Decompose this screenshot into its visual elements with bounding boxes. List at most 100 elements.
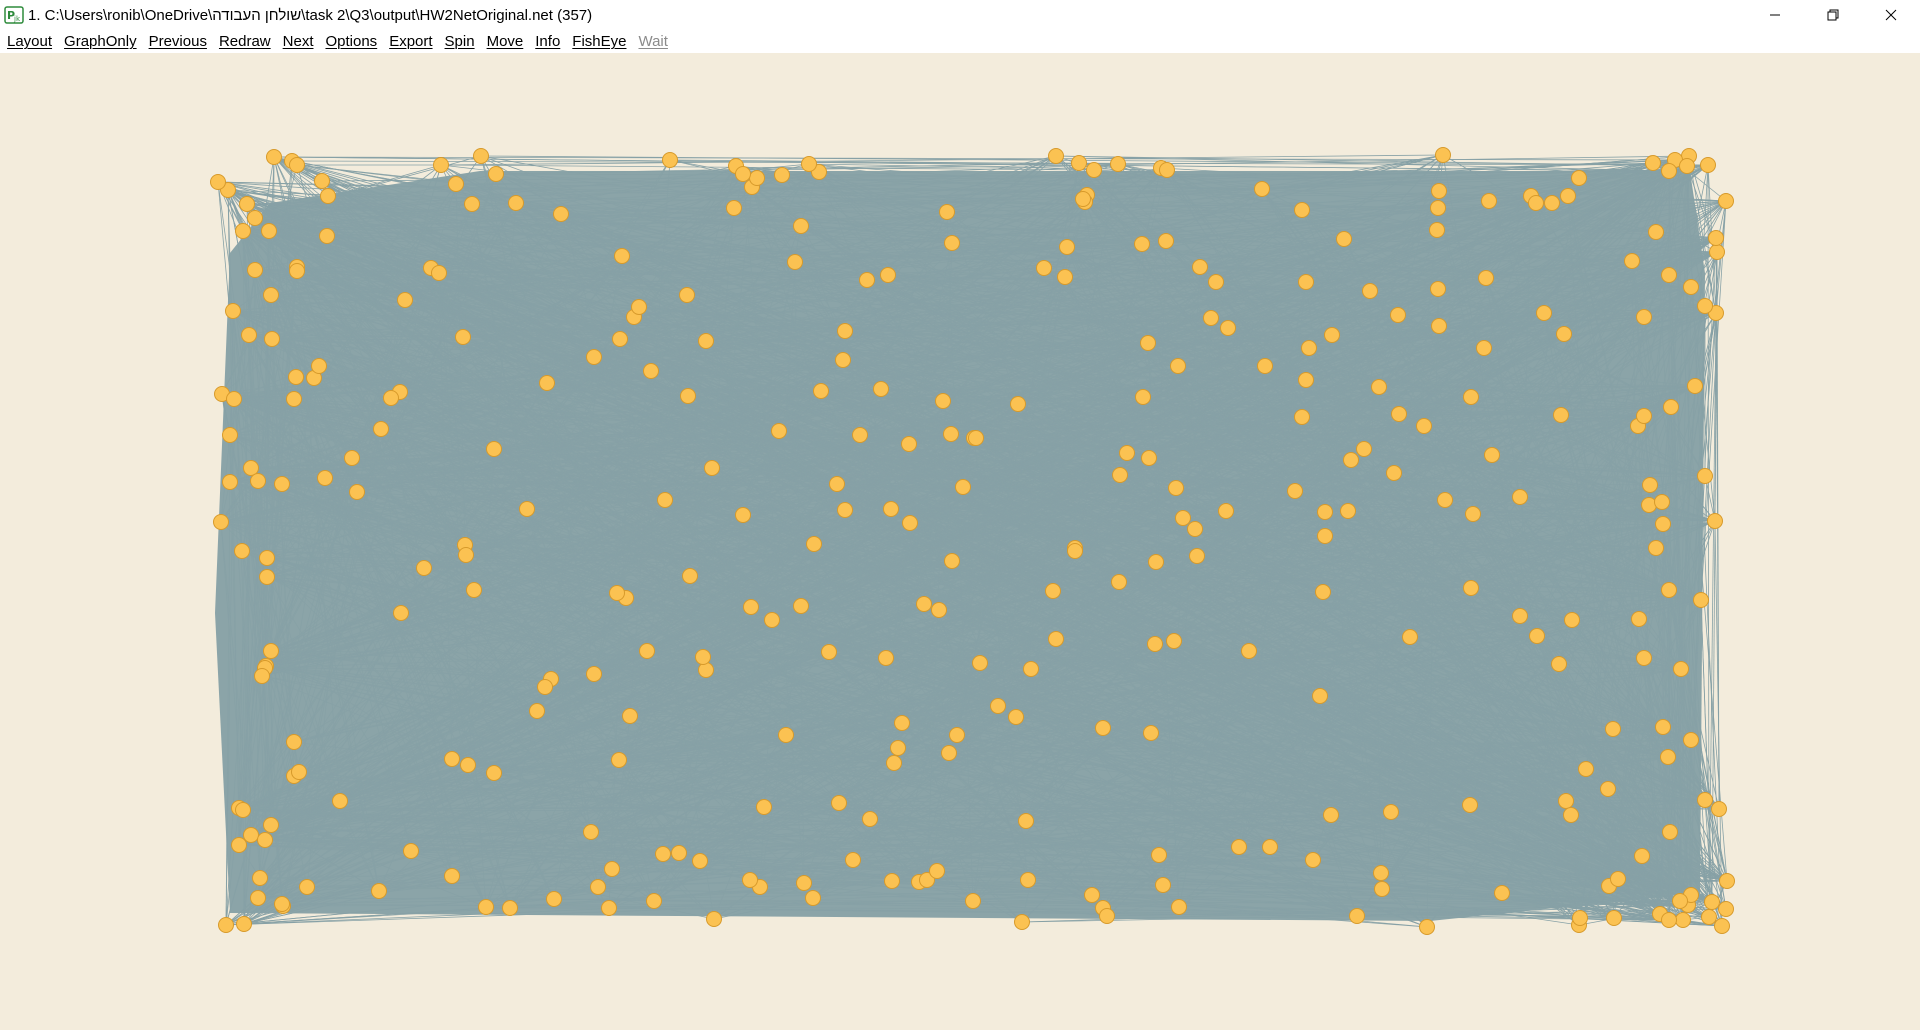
graph-node[interactable] [254, 668, 270, 684]
graph-node[interactable] [1636, 650, 1652, 666]
graph-node[interactable] [695, 649, 711, 665]
graph-node[interactable] [655, 846, 671, 862]
graph-node[interactable] [639, 643, 655, 659]
graph-node[interactable] [291, 764, 307, 780]
graph-node[interactable] [743, 599, 759, 615]
graph-node[interactable] [1661, 163, 1677, 179]
graph-node[interactable] [1719, 873, 1735, 889]
graph-node[interactable] [787, 254, 803, 270]
graph-node[interactable] [1134, 236, 1150, 252]
graph-node[interactable] [1356, 441, 1372, 457]
graph-node[interactable] [261, 223, 277, 239]
graph-node[interactable] [1654, 494, 1670, 510]
graph-node[interactable] [1135, 389, 1151, 405]
graph-node[interactable] [397, 292, 413, 308]
graph-node[interactable] [1551, 656, 1567, 672]
graph-node[interactable] [1071, 155, 1087, 171]
graph-node[interactable] [742, 872, 758, 888]
graph-node[interactable] [756, 799, 772, 815]
graph-node[interactable] [1175, 510, 1191, 526]
graph-node[interactable] [286, 734, 302, 750]
menu-info[interactable]: Info [535, 33, 560, 50]
graph-node[interactable] [1662, 824, 1678, 840]
graph-node[interactable] [1036, 260, 1052, 276]
graph-node[interactable] [884, 873, 900, 889]
graph-node[interactable] [1683, 279, 1699, 295]
graph-node[interactable] [880, 267, 896, 283]
graph-node[interactable] [586, 349, 602, 365]
graph-node[interactable] [1254, 181, 1270, 197]
graph-node[interactable] [1220, 320, 1236, 336]
graph-node[interactable] [1529, 628, 1545, 644]
graph-node[interactable] [1020, 872, 1036, 888]
graph-node[interactable] [1605, 721, 1621, 737]
menu-options[interactable]: Options [325, 33, 377, 50]
graph-node[interactable] [609, 585, 625, 601]
graph-node[interactable] [1294, 409, 1310, 425]
graph-node[interactable] [1675, 912, 1691, 928]
graph-node[interactable] [1465, 506, 1481, 522]
graph-node[interactable] [393, 605, 409, 621]
graph-node[interactable] [1462, 797, 1478, 813]
graph-node[interactable] [210, 174, 226, 190]
graph-node[interactable] [263, 643, 279, 659]
graph-node[interactable] [590, 879, 606, 895]
graph-node[interactable] [1390, 307, 1406, 323]
graph-node[interactable] [1170, 358, 1186, 374]
graph-node[interactable] [622, 708, 638, 724]
graph-node[interactable] [821, 644, 837, 660]
graph-node[interactable] [793, 598, 809, 614]
graph-node[interactable] [837, 323, 853, 339]
graph-node[interactable] [539, 375, 555, 391]
graph-node[interactable] [764, 612, 780, 628]
graph-node[interactable] [1624, 253, 1640, 269]
graph-node[interactable] [473, 148, 489, 164]
graph-node[interactable] [859, 272, 875, 288]
graph-node[interactable] [1512, 489, 1528, 505]
graph-node[interactable] [250, 473, 266, 489]
graph-node[interactable] [1610, 871, 1626, 887]
graph-node[interactable] [508, 195, 524, 211]
graph-node[interactable] [1208, 274, 1224, 290]
menu-graphonly[interactable]: GraphOnly [64, 33, 137, 50]
graph-node[interactable] [1301, 340, 1317, 356]
graph-node[interactable] [1484, 447, 1500, 463]
graph-node[interactable] [1481, 193, 1497, 209]
graph-node[interactable] [1431, 318, 1447, 334]
graph-node[interactable] [332, 793, 348, 809]
graph-node[interactable] [1661, 267, 1677, 283]
graph-node[interactable] [682, 568, 698, 584]
graph-node[interactable] [1679, 158, 1695, 174]
graph-node[interactable] [902, 515, 918, 531]
graph-node[interactable] [1045, 583, 1061, 599]
graph-node[interactable] [944, 553, 960, 569]
graph-node[interactable] [1683, 732, 1699, 748]
graph-node[interactable] [431, 265, 447, 281]
graph-node[interactable] [317, 470, 333, 486]
graph-node[interactable] [311, 358, 327, 374]
graph-node[interactable] [1687, 378, 1703, 394]
graph-node[interactable] [1430, 281, 1446, 297]
graph-node[interactable] [252, 870, 268, 886]
graph-node[interactable] [657, 492, 673, 508]
graph-node[interactable] [735, 166, 751, 182]
graph-node[interactable] [1661, 582, 1677, 598]
graph-node[interactable] [257, 832, 273, 848]
graph-node[interactable] [883, 501, 899, 517]
graph-node[interactable] [1419, 919, 1435, 935]
graph-node[interactable] [1386, 465, 1402, 481]
graph-node[interactable] [1494, 885, 1510, 901]
graph-node[interactable] [1476, 340, 1492, 356]
graph-node[interactable] [529, 703, 545, 719]
graph-node[interactable] [1600, 781, 1616, 797]
graph-node[interactable] [698, 333, 714, 349]
graph-node[interactable] [289, 263, 305, 279]
menu-previous[interactable]: Previous [149, 33, 207, 50]
graph-node[interactable] [862, 811, 878, 827]
graph-node[interactable] [1648, 224, 1664, 240]
graph-node[interactable] [1402, 629, 1418, 645]
graph-node[interactable] [845, 852, 861, 868]
graph-node[interactable] [1075, 191, 1091, 207]
graph-node[interactable] [943, 426, 959, 442]
graph-node[interactable] [894, 715, 910, 731]
